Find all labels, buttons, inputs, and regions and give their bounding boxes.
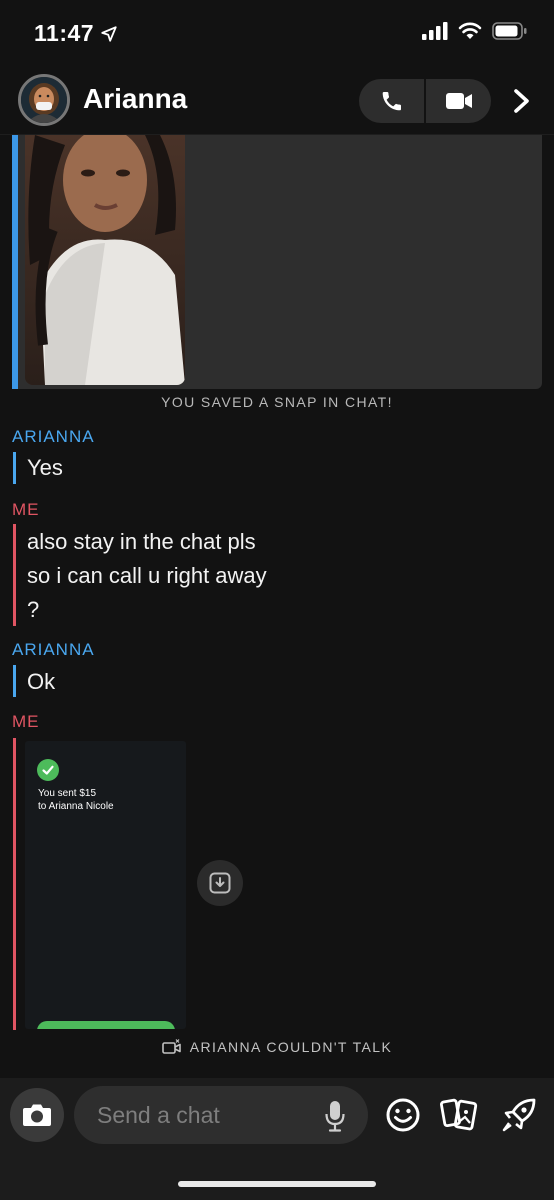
cards-icon[interactable] bbox=[440, 1096, 480, 1134]
payment-recipient-text: to Arianna Nicole bbox=[38, 801, 114, 812]
sender-label-arianna: ARIANNA bbox=[12, 427, 95, 446]
contact-name[interactable]: Arianna bbox=[83, 83, 187, 115]
location-arrow-icon bbox=[101, 25, 117, 42]
voice-call-button[interactable] bbox=[359, 79, 424, 123]
message-text[interactable]: Yes bbox=[27, 455, 63, 481]
bitmoji-avatar-icon bbox=[21, 77, 67, 123]
sender-label-me: ME bbox=[12, 500, 40, 519]
video-call-button[interactable] bbox=[426, 79, 491, 123]
check-icon bbox=[37, 759, 59, 781]
missed-call-note: ARIANNA COULDN'T TALK bbox=[0, 1039, 554, 1055]
avatar[interactable] bbox=[18, 74, 70, 126]
payment-done-button bbox=[37, 1021, 175, 1029]
camera-icon bbox=[23, 1104, 51, 1126]
status-indicators bbox=[422, 22, 528, 40]
microphone-icon[interactable] bbox=[324, 1099, 346, 1133]
payment-amount-text: You sent $15 bbox=[38, 788, 97, 799]
download-icon bbox=[209, 872, 231, 894]
sender-label-arianna: ARIANNA bbox=[12, 640, 95, 659]
sender-bar-arianna bbox=[12, 135, 18, 389]
signal-icon bbox=[422, 22, 448, 40]
payment-screenshot[interactable]: You sent $15 to Arianna Nicole bbox=[25, 741, 186, 1029]
emoji-icon[interactable] bbox=[385, 1097, 421, 1133]
chevron-right-icon[interactable] bbox=[510, 88, 534, 114]
missed-call-text: ARIANNA COULDN'T TALK bbox=[189, 1039, 393, 1055]
rocket-icon[interactable] bbox=[500, 1096, 538, 1134]
video-call-missed-icon bbox=[161, 1039, 181, 1054]
camera-button[interactable] bbox=[10, 1088, 64, 1142]
sender-label-me: ME bbox=[12, 712, 40, 731]
status-time-text: 11:47 bbox=[34, 20, 95, 46]
status-time: 11:47 bbox=[34, 20, 118, 47]
snap-image bbox=[25, 135, 185, 385]
phone-icon bbox=[382, 92, 401, 111]
message-text[interactable]: ? bbox=[27, 597, 39, 623]
saved-snap-photo[interactable] bbox=[25, 135, 185, 385]
sender-bar-me bbox=[13, 738, 16, 1030]
save-to-chat-button[interactable] bbox=[197, 860, 243, 906]
sender-bar-arianna bbox=[13, 452, 16, 484]
sender-bar-me bbox=[13, 524, 16, 626]
chat-input[interactable] bbox=[95, 1100, 319, 1130]
video-icon bbox=[445, 93, 472, 109]
wifi-icon bbox=[458, 22, 482, 39]
message-text[interactable]: also stay in the chat pls bbox=[27, 529, 256, 555]
message-text[interactable]: Ok bbox=[27, 669, 55, 695]
sender-bar-arianna bbox=[13, 665, 16, 697]
message-text[interactable]: so i can call u right away bbox=[27, 563, 267, 589]
saved-snap-note: YOU SAVED A SNAP IN CHAT! bbox=[161, 394, 393, 410]
home-indicator[interactable] bbox=[178, 1181, 376, 1187]
call-controls bbox=[359, 79, 491, 123]
battery-icon bbox=[492, 22, 527, 40]
